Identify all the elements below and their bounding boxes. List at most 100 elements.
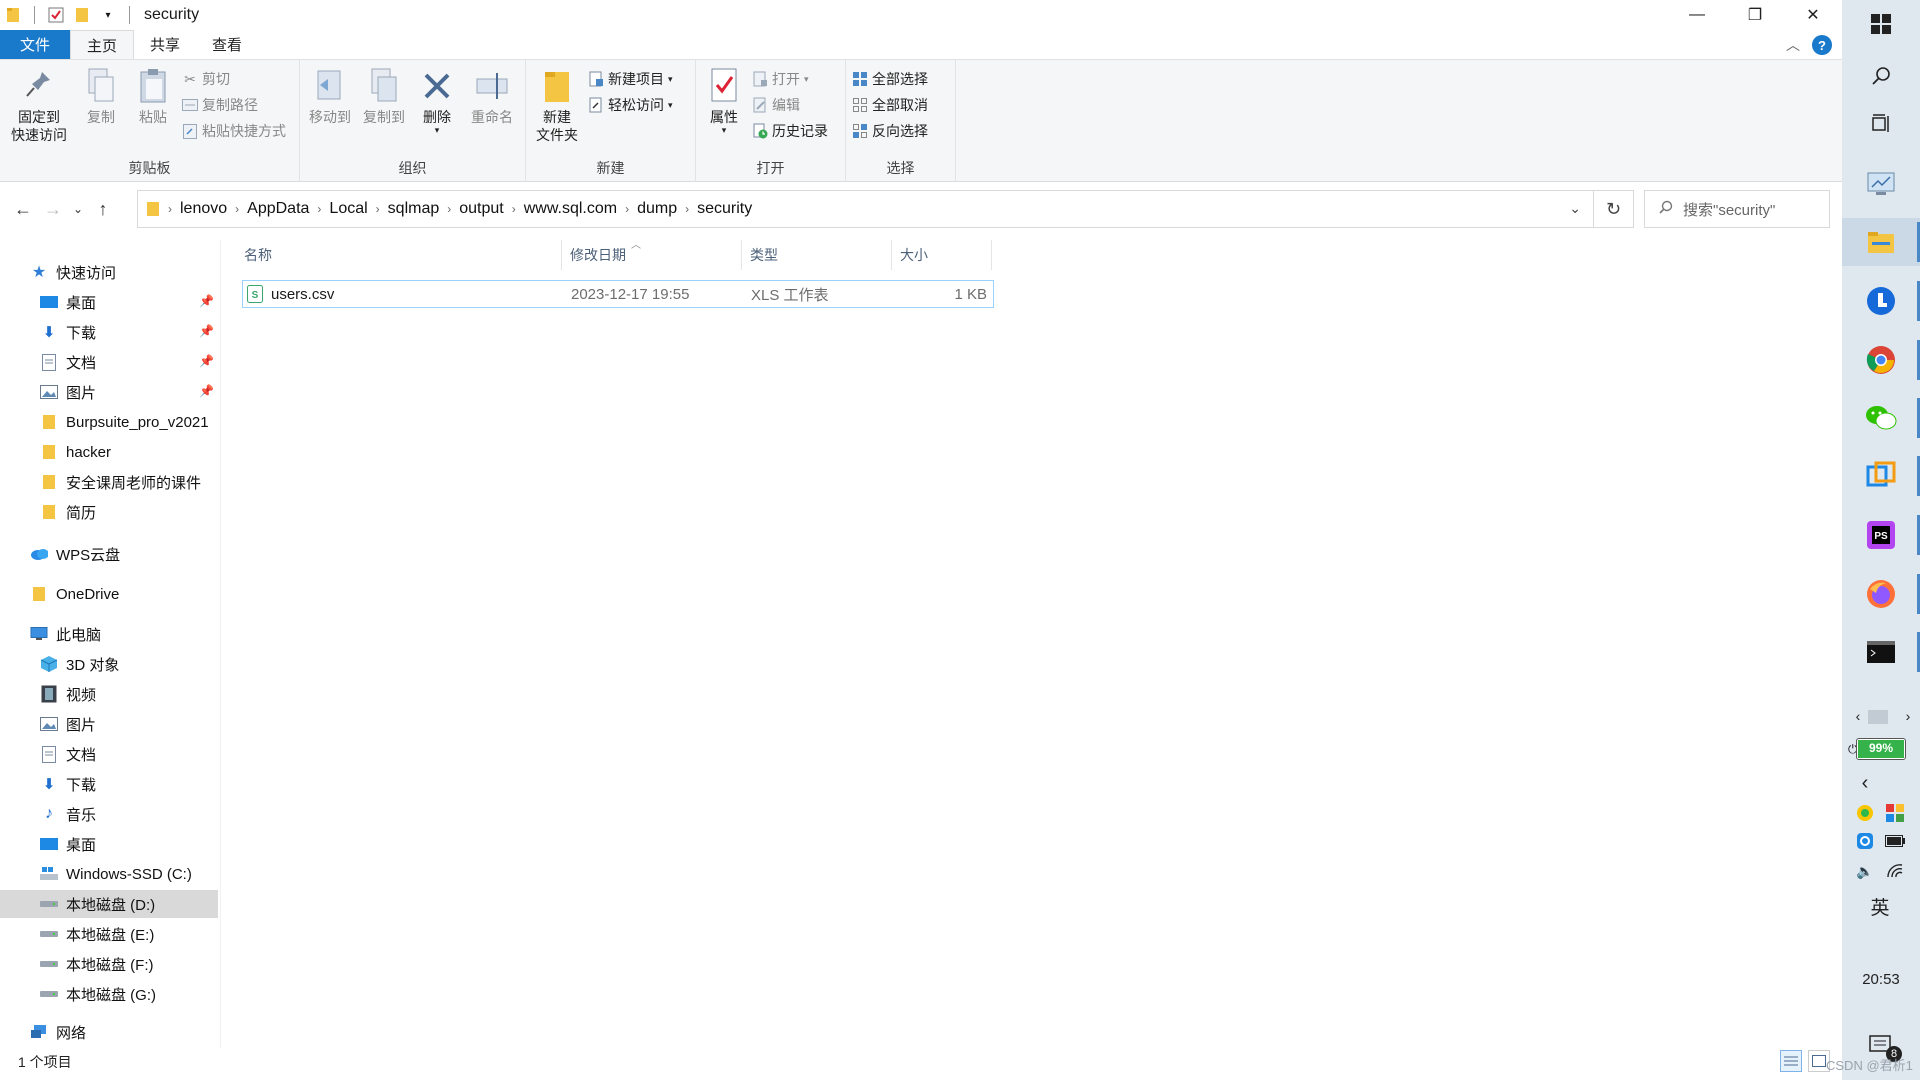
scroll-left-icon[interactable]: ‹	[1850, 708, 1866, 724]
nav-onedrive[interactable]: OneDrive	[30, 580, 220, 608]
chrome-icon[interactable]	[1842, 336, 1920, 384]
nav-qa-downloads[interactable]: ⬇ 下载 📌	[40, 318, 220, 346]
invert-selection-button[interactable]: 反向选择	[852, 120, 928, 142]
nav-this-pc[interactable]: 此电脑	[30, 620, 220, 648]
scroll-right-icon[interactable]: ›	[1900, 708, 1916, 724]
tab-home[interactable]: 主页	[70, 30, 135, 59]
clock-time[interactable]: 20:53	[1850, 968, 1912, 990]
nav-drive-g[interactable]: 本地磁盘 (G:)	[40, 980, 220, 1008]
chevron-right-icon[interactable]: ›	[374, 202, 382, 216]
close-button[interactable]: ✕	[1784, 0, 1842, 30]
nav-qa-courseware[interactable]: 安全课周老师的课件	[40, 468, 220, 496]
column-header-name[interactable]: 名称	[236, 240, 562, 270]
address-bar[interactable]: › lenovo › AppData › Local › sqlmap › ou…	[137, 190, 1594, 228]
edit-button[interactable]: 编辑	[752, 94, 828, 116]
file-row[interactable]: S users.csv 2023-12-17 19:55 XLS 工作表 1 K…	[242, 280, 994, 308]
column-header-size[interactable]: 大小	[892, 240, 992, 270]
chevron-right-icon[interactable]: ›	[315, 202, 323, 216]
nav-pictures[interactable]: 图片	[40, 710, 220, 738]
up-button[interactable]: ↑	[88, 194, 118, 224]
pin-icon[interactable]: 📌	[199, 384, 214, 398]
paste-shortcut-button[interactable]: 粘贴快捷方式	[182, 120, 286, 142]
new-item-dropdown-icon[interactable]: ▾	[668, 74, 673, 85]
cut-button[interactable]: ✂ 剪切	[182, 68, 286, 90]
nav-drive-f[interactable]: 本地磁盘 (F:)	[40, 950, 220, 978]
customize-dropdown-icon[interactable]: ▾	[99, 6, 117, 24]
pin-icon[interactable]: 📌	[199, 294, 214, 308]
nav-wps-cloud[interactable]: WPS云盘	[30, 540, 220, 568]
nav-videos[interactable]: 视频	[40, 680, 220, 708]
details-view-icon[interactable]	[1780, 1050, 1802, 1072]
nav-qa-resume[interactable]: 简历	[40, 498, 220, 526]
nav-documents[interactable]: 文档	[40, 740, 220, 768]
minimize-button[interactable]: —	[1668, 0, 1726, 30]
nav-qa-pictures[interactable]: 图片 📌	[40, 378, 220, 406]
virtual-machine-icon[interactable]	[1842, 452, 1920, 500]
windows-start-icon[interactable]	[1842, 0, 1920, 48]
easy-access-dropdown-icon[interactable]: ▾	[668, 100, 673, 111]
copy-path-button[interactable]: 复制路径	[182, 94, 286, 116]
tray-app-icon[interactable]	[1852, 800, 1878, 826]
properties-check-icon[interactable]	[47, 6, 65, 24]
nav-drive-e[interactable]: 本地磁盘 (E:)	[40, 920, 220, 948]
taskbar-scrollbar-thumb[interactable]	[1868, 710, 1888, 724]
chevron-right-icon[interactable]: ›	[623, 202, 631, 216]
chevron-right-icon[interactable]: ›	[510, 202, 518, 216]
nav-music[interactable]: ♪ 音乐	[40, 800, 220, 828]
pin-icon[interactable]: 📌	[199, 324, 214, 338]
address-dropdown-icon[interactable]: ⌄	[1569, 200, 1581, 217]
back-button[interactable]: ←	[8, 194, 38, 224]
breadcrumb-sqlmap[interactable]: sqlmap	[382, 200, 446, 218]
column-header-type[interactable]: 类型	[742, 240, 892, 270]
nav-desktop[interactable]: 桌面	[40, 830, 220, 858]
breadcrumb-security[interactable]: security	[691, 200, 758, 218]
nav-3d-objects[interactable]: 3D 对象	[40, 650, 220, 678]
pane-divider[interactable]	[220, 240, 221, 1048]
collapse-ribbon-icon[interactable]: ︿	[1786, 35, 1800, 55]
history-button[interactable]: 历史记录	[752, 120, 828, 142]
show-hidden-icons-icon[interactable]: ‹	[1852, 770, 1878, 796]
search-icon[interactable]	[1842, 52, 1920, 100]
nav-qa-desktop[interactable]: 桌面 📌	[40, 288, 220, 316]
tab-share[interactable]: 共享	[134, 30, 196, 59]
new-item-button[interactable]: 新建项目 ▾	[588, 68, 673, 90]
open-dropdown-icon[interactable]: ▾	[804, 74, 809, 85]
refresh-button[interactable]: ↻	[1594, 190, 1634, 228]
battery-indicator[interactable]: 99%	[1856, 738, 1906, 760]
nav-drive-d[interactable]: 本地磁盘 (D:)	[0, 890, 218, 918]
search-box[interactable]: 搜索"security"	[1644, 190, 1830, 228]
breadcrumb-dump[interactable]: dump	[631, 200, 683, 218]
column-header-modified[interactable]: 修改日期	[562, 240, 742, 270]
tab-view[interactable]: 查看	[196, 30, 258, 59]
firefox-icon[interactable]	[1842, 570, 1920, 618]
recent-locations-button[interactable]: ⌄	[68, 194, 88, 224]
chevron-right-icon[interactable]: ›	[683, 202, 691, 216]
open-button[interactable]: 打开 ▾	[752, 68, 828, 90]
breadcrumb-appdata[interactable]: AppData	[241, 200, 315, 218]
breadcrumb-www-sql-com[interactable]: www.sql.com	[518, 200, 623, 218]
task-view-icon[interactable]	[1842, 100, 1920, 148]
battery-tray-icon[interactable]	[1882, 828, 1908, 854]
volume-icon[interactable]: 🔈	[1852, 858, 1878, 884]
nav-qa-hacker[interactable]: hacker	[40, 438, 220, 466]
breadcrumb-output[interactable]: output	[453, 200, 509, 218]
select-none-button[interactable]: 全部取消	[852, 94, 928, 116]
wechat-icon[interactable]	[1842, 394, 1920, 442]
phpstorm-icon[interactable]: PS	[1842, 511, 1920, 559]
help-icon[interactable]: ?	[1812, 35, 1832, 55]
nav-qa-burpsuite[interactable]: Burpsuite_pro_v2021	[40, 408, 220, 436]
tray-app-icon[interactable]	[1852, 828, 1878, 854]
pin-icon[interactable]: 📌	[199, 354, 214, 368]
ime-indicator[interactable]: 英	[1862, 892, 1898, 920]
breadcrumb-lenovo[interactable]: lenovo	[174, 200, 233, 218]
chevron-right-icon[interactable]: ›	[233, 202, 241, 216]
chevron-right-icon[interactable]: ›	[445, 202, 453, 216]
select-all-button[interactable]: 全部选择	[852, 68, 928, 90]
tray-app-icon[interactable]	[1882, 800, 1908, 826]
tab-file[interactable]: 文件	[0, 30, 71, 59]
new-folder-icon[interactable]	[73, 6, 91, 24]
breadcrumb-local[interactable]: Local	[323, 200, 373, 218]
forward-button[interactable]: →	[38, 194, 68, 224]
wifi-icon[interactable]	[1882, 858, 1908, 884]
shield-app-icon[interactable]	[1842, 277, 1920, 325]
